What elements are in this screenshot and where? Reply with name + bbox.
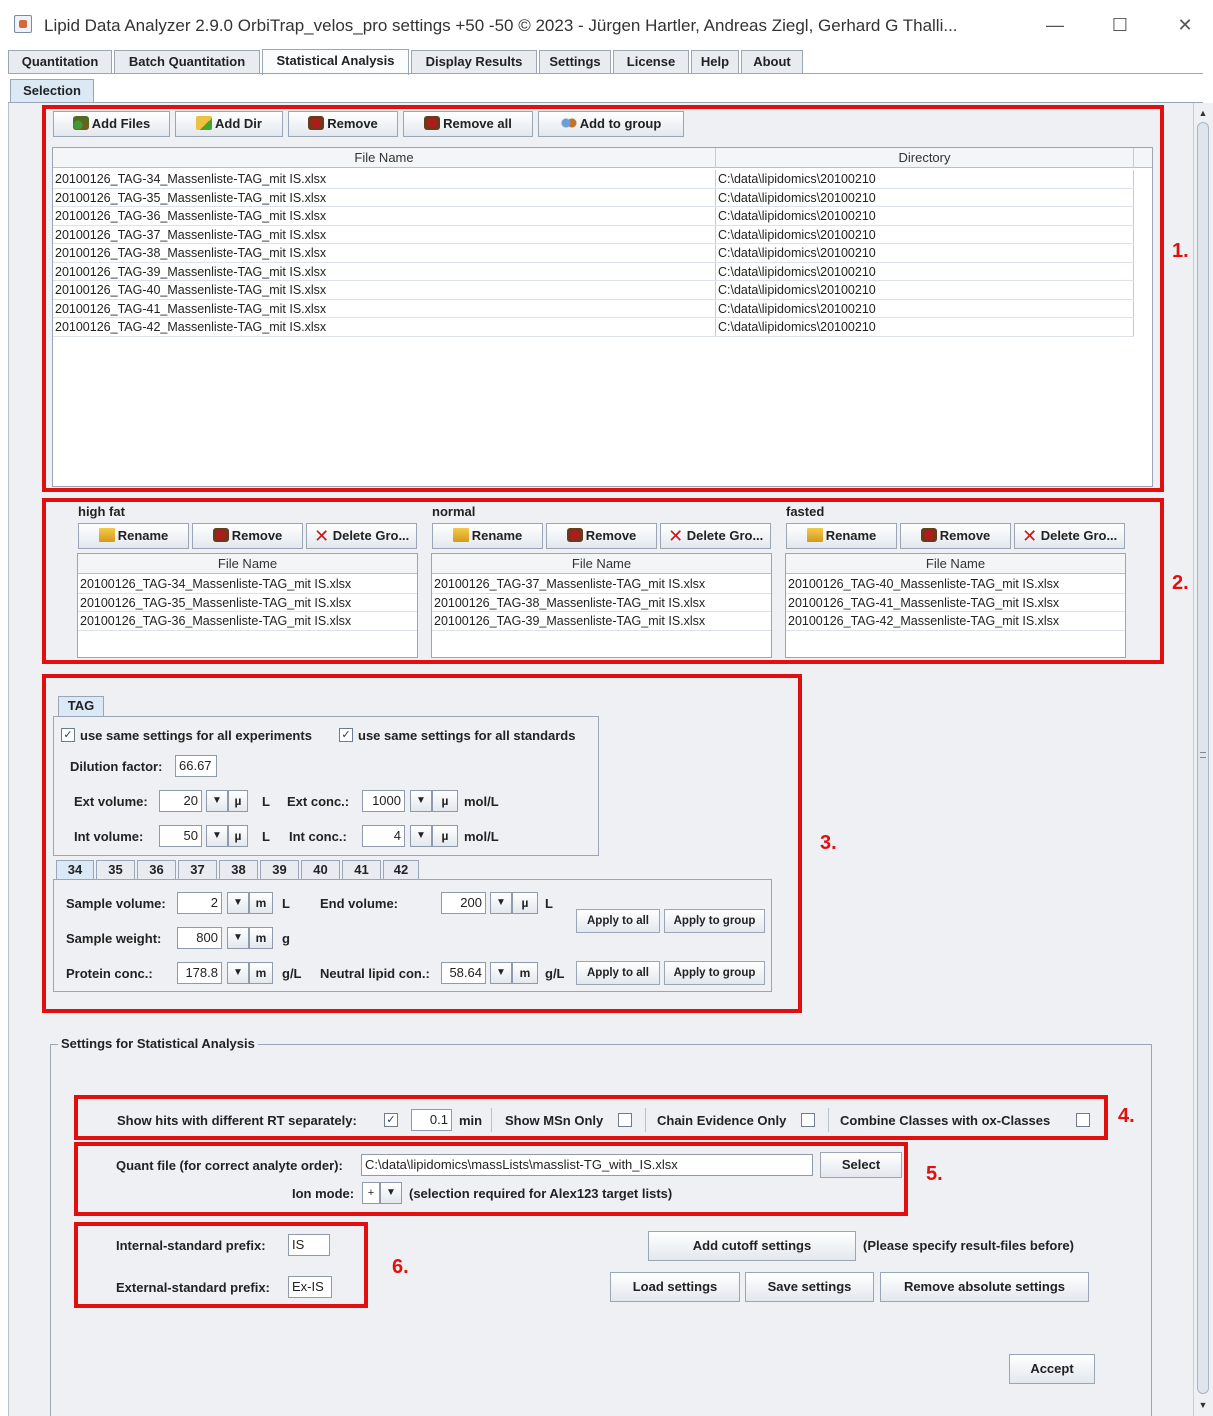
annotation-box-3 [42, 674, 802, 1013]
tab-selection[interactable]: Selection [10, 79, 94, 103]
minimize-button[interactable]: — [1035, 12, 1075, 38]
remove-absolute-settings-button[interactable]: Remove absolute settings [880, 1272, 1089, 1302]
scroll-thumb[interactable] [1197, 122, 1209, 1394]
close-button[interactable]: ✕ [1165, 12, 1205, 38]
annotation-label-1: 1. [1172, 240, 1189, 262]
scroll-up-arrow-icon[interactable]: ▲ [1196, 106, 1210, 120]
accept-button[interactable]: Accept [1009, 1354, 1095, 1384]
stat-settings-title: Settings for Statistical Analysis [58, 1036, 258, 1051]
tab-divider [8, 73, 1203, 74]
annotation-label-6: 6. [392, 1256, 409, 1278]
annotation-label-5: 5. [926, 1163, 943, 1185]
annotation-box-6 [74, 1222, 368, 1308]
tab-statistical-analysis[interactable]: Statistical Analysis [262, 49, 409, 75]
scroll-down-arrow-icon[interactable]: ▼ [1196, 1398, 1210, 1412]
annotation-box-4 [74, 1095, 1108, 1140]
add-cutoff-settings-button[interactable]: Add cutoff settings [648, 1231, 856, 1261]
title-bar: Lipid Data Analyzer 2.9.0 OrbiTrap_velos… [0, 0, 1213, 50]
annotation-box-2 [42, 498, 1164, 664]
tab-display-results[interactable]: Display Results [411, 50, 537, 74]
maximize-button[interactable]: ☐ [1100, 12, 1140, 38]
annotation-label-2: 2. [1172, 572, 1189, 594]
tab-settings[interactable]: Settings [539, 50, 611, 74]
tab-license[interactable]: License [613, 50, 689, 74]
cutoff-note: (Please specify result-files before) [863, 1238, 1074, 1253]
tab-quantitation[interactable]: Quantitation [8, 50, 112, 74]
annotation-box-5 [74, 1142, 908, 1216]
load-settings-button[interactable]: Load settings [610, 1272, 740, 1302]
tab-about[interactable]: About [741, 50, 803, 74]
annotation-label-3: 3. [820, 832, 837, 854]
annotation-box-1 [42, 105, 1164, 492]
window-title: Lipid Data Analyzer 2.9.0 OrbiTrap_velos… [44, 16, 958, 35]
save-settings-button[interactable]: Save settings [745, 1272, 874, 1302]
tab-help[interactable]: Help [691, 50, 739, 74]
scroll-grip-icon [1200, 752, 1206, 758]
annotation-label-4: 4. [1118, 1105, 1135, 1127]
java-app-icon [14, 15, 32, 33]
tab-batch-quantitation[interactable]: Batch Quantitation [114, 50, 260, 74]
